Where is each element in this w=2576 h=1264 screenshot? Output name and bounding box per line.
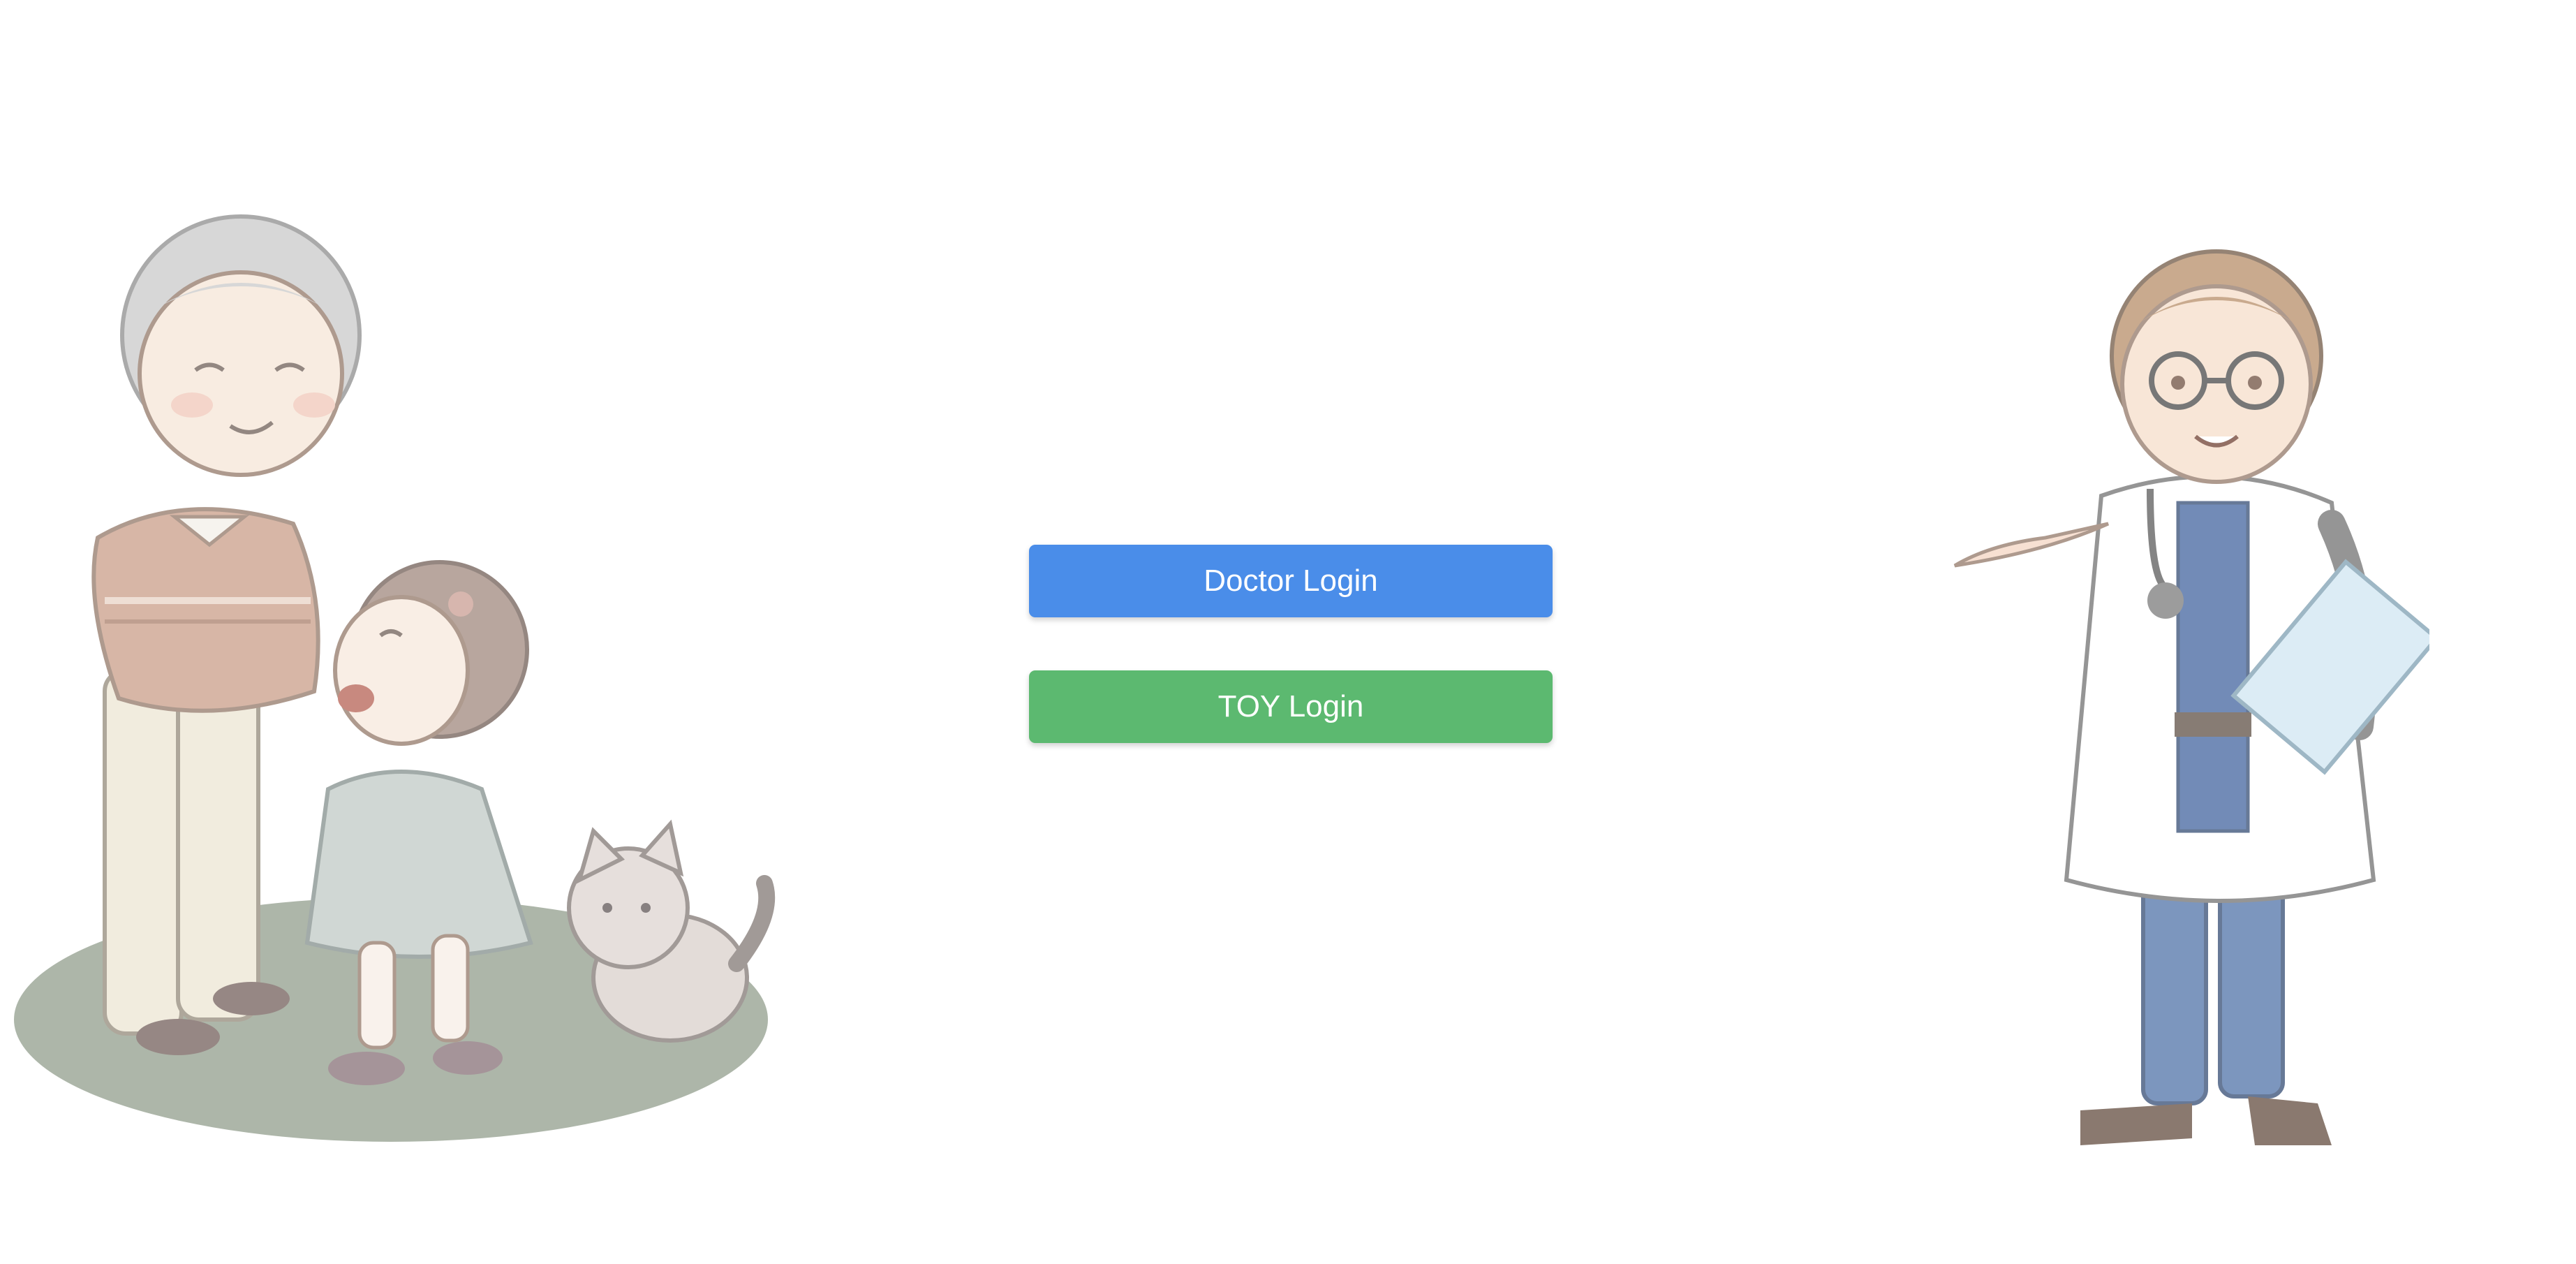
login-options: Doctor Login TOY Login [1029, 545, 1553, 743]
doctor-figure [1953, 249, 2429, 1145]
grandmother-child-cat-illustration [14, 214, 776, 1142]
doctor-login-button[interactable]: Doctor Login [1029, 545, 1553, 617]
doctor-illustration [1953, 249, 2429, 1145]
toy-login-button[interactable]: TOY Login [1029, 670, 1553, 743]
